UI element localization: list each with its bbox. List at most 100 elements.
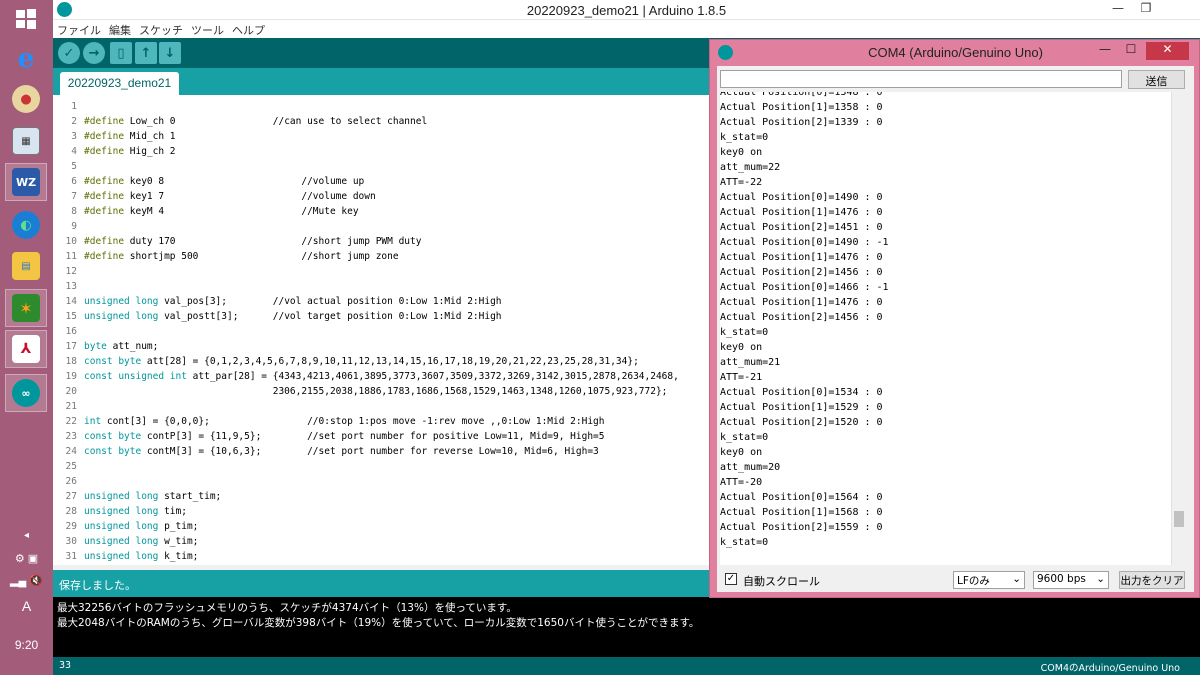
autoscroll-checkbox[interactable]: ✓ <box>725 573 737 585</box>
pdf-icon[interactable]: ⅄ <box>5 330 47 368</box>
code-text: key1 7 //volume down <box>124 191 376 202</box>
code-text: att[28] = {0,1,2,3,4,5,6,7,8,9,10,11,12,… <box>141 356 639 367</box>
code-text: Hig_ch 2 <box>124 146 176 157</box>
type-keyword: const unsigned int <box>84 371 187 382</box>
serial-output-line: Actual Position[2]=1520 : 0 <box>720 417 883 428</box>
file-explorer-icon[interactable]: ▤ <box>5 247 47 285</box>
serial-minimize-button[interactable]: — <box>1094 42 1116 60</box>
wz-editor-icon[interactable]: WZ <box>5 163 47 201</box>
upload-button[interactable]: → <box>83 42 105 64</box>
restore-button[interactable]: ❐ <box>1133 1 1159 18</box>
baud-rate-select[interactable]: 9600 bps ⌄ <box>1033 571 1109 589</box>
tray-status-icons[interactable]: ⚙ ▣ <box>0 552 53 565</box>
send-button[interactable]: 送信 <box>1128 70 1185 89</box>
ime-indicator[interactable]: A <box>0 598 53 614</box>
preprocessor-keyword: #define <box>84 236 125 247</box>
ie-icon[interactable]: e <box>5 40 47 78</box>
type-keyword: const byte <box>84 356 142 367</box>
line-number: 23 <box>65 431 77 442</box>
serial-scrollbar[interactable] <box>1171 92 1185 565</box>
open-button[interactable]: ↑ <box>135 42 157 64</box>
preprocessor-keyword: #define <box>84 251 125 262</box>
code-text: start_tim; <box>158 491 222 502</box>
arduino-icon[interactable]: ∞ <box>5 374 47 412</box>
chevron-down-icon: ⌄ <box>1096 573 1105 585</box>
line-number: 19 <box>65 371 77 382</box>
code-line: 10 #define duty 170 //short jump PWM duty <box>53 234 422 249</box>
serial-close-button[interactable]: ✕ <box>1146 42 1189 60</box>
line-number: 3 <box>71 131 77 142</box>
code-line: 26 <box>53 474 84 489</box>
preprocessor-keyword: #define <box>84 206 125 217</box>
serial-maximize-button[interactable]: ☐ <box>1120 42 1142 60</box>
code-line: 8 #define keyM 4 //Mute key <box>53 204 359 219</box>
clear-output-button[interactable]: 出力をクリア <box>1119 571 1185 589</box>
line-number: 22 <box>65 416 77 427</box>
maple-leaf-icon[interactable]: ✶ <box>5 289 47 327</box>
serial-output-line: key0 on <box>720 147 763 158</box>
verify-button[interactable]: ✓ <box>58 42 80 64</box>
line-number: 13 <box>65 281 77 292</box>
type-keyword: unsigned long <box>84 521 159 532</box>
serial-bottom-bar: ✓ 自動スクロール LFのみ ⌄ 9600 bps ⌄ 出力をクリア <box>720 569 1190 591</box>
code-text: 2306,2155,2038,1886,1783,1686,1568,1529,… <box>84 386 668 397</box>
type-keyword: int <box>84 416 102 427</box>
tray-expand-icon[interactable]: ◂ <box>0 530 53 541</box>
code-line: 28 unsigned long tim; <box>53 504 187 519</box>
windows-logo-icon[interactable] <box>5 0 47 38</box>
line-number: 28 <box>65 506 77 517</box>
code-line: 20 2306,2155,2038,1886,1783,1686,1568,15… <box>53 384 668 399</box>
menu-file[interactable]: ファイル <box>53 20 105 40</box>
serial-output-line: Actual Position[0]=1348 : 0 <box>720 92 883 98</box>
line-number: 18 <box>65 356 77 367</box>
serial-output-line: Actual Position[2]=1456 : 0 <box>720 312 883 323</box>
baud-rate-value: 9600 bps <box>1037 573 1086 585</box>
line-number: 33 <box>59 660 72 671</box>
new-sketch-button[interactable]: ▯ <box>110 42 132 64</box>
code-text: tim; <box>158 506 187 517</box>
line-number: 20 <box>65 386 77 397</box>
menu-tools[interactable]: ツール <box>187 20 228 40</box>
serial-input[interactable] <box>720 70 1122 88</box>
minimize-button[interactable]: — <box>1105 1 1131 18</box>
serial-scroll-thumb[interactable] <box>1174 511 1184 527</box>
menu-edit[interactable]: 編集 <box>105 20 135 40</box>
code-text: Mid_ch 1 <box>124 131 176 142</box>
serial-output-line: key0 on <box>720 342 763 353</box>
save-button[interactable]: ↓ <box>159 42 181 64</box>
code-line: 29 unsigned long p_tim; <box>53 519 199 534</box>
line-ending-select[interactable]: LFのみ ⌄ <box>953 571 1025 589</box>
type-keyword: unsigned long <box>84 491 159 502</box>
code-line: 9 <box>53 219 84 234</box>
network-volume-icons[interactable]: ▂▄ 🔇 <box>0 574 53 587</box>
code-text: cont[3] = {0,0,0}; //0:stop 1:pos move -… <box>101 416 605 427</box>
code-text: keyM 4 //Mute key <box>124 206 359 217</box>
console-output[interactable]: 最大32256バイトのフラッシュメモリのうち、スケッチが4374バイト（13%）… <box>53 597 1200 657</box>
clock[interactable]: 9:20 <box>0 638 53 652</box>
code-line: 27 unsigned long start_tim; <box>53 489 222 504</box>
line-number: 26 <box>65 476 77 487</box>
code-line: 19 const unsigned int att_par[28] = {4343… <box>53 369 679 384</box>
serial-output-line: Actual Position[2]=1559 : 0 <box>720 522 883 533</box>
code-line: 13 <box>53 279 84 294</box>
menu-sketch[interactable]: スケッチ <box>135 20 187 40</box>
serial-output-line: Actual Position[0]=1466 : -1 <box>720 282 889 293</box>
footer-bar: 33 COM4のArduino/Genuino Uno <box>53 657 1200 675</box>
paint-icon[interactable]: ● <box>5 80 47 118</box>
serial-output[interactable]: Actual Position[0]=1348 : 0 Actual Positi… <box>720 92 1171 565</box>
tab-sketch[interactable]: 20220923_demo21 <box>60 72 179 95</box>
edge-icon[interactable]: ◐ <box>5 206 47 244</box>
line-number: 25 <box>65 461 77 472</box>
board-info: COM4のArduino/Genuino Uno <box>1040 663 1180 674</box>
calculator-icon[interactable]: ▦ <box>5 122 47 160</box>
menu-help[interactable]: ヘルプ <box>228 20 269 40</box>
new-file-icon: ▯ <box>117 45 125 61</box>
type-keyword: unsigned long <box>84 551 159 562</box>
code-text: duty 170 //short jump PWM duty <box>124 236 422 247</box>
taskbar: e ● ▦ WZ ◐ ▤ ✶ ⅄ ∞ ◂ ⚙ ▣ ▂▄ 🔇 A 9:20 <box>0 0 53 675</box>
serial-output-line: att_mum=21 <box>720 357 781 368</box>
menu-bar: ファイル 編集 スケッチ ツール ヘルプ <box>53 20 1200 38</box>
serial-output-line: ATT=-22 <box>720 177 763 188</box>
serial-output-line: Actual Position[1]=1358 : 0 <box>720 102 883 113</box>
serial-output-line: Actual Position[0]=1534 : 0 <box>720 387 883 398</box>
